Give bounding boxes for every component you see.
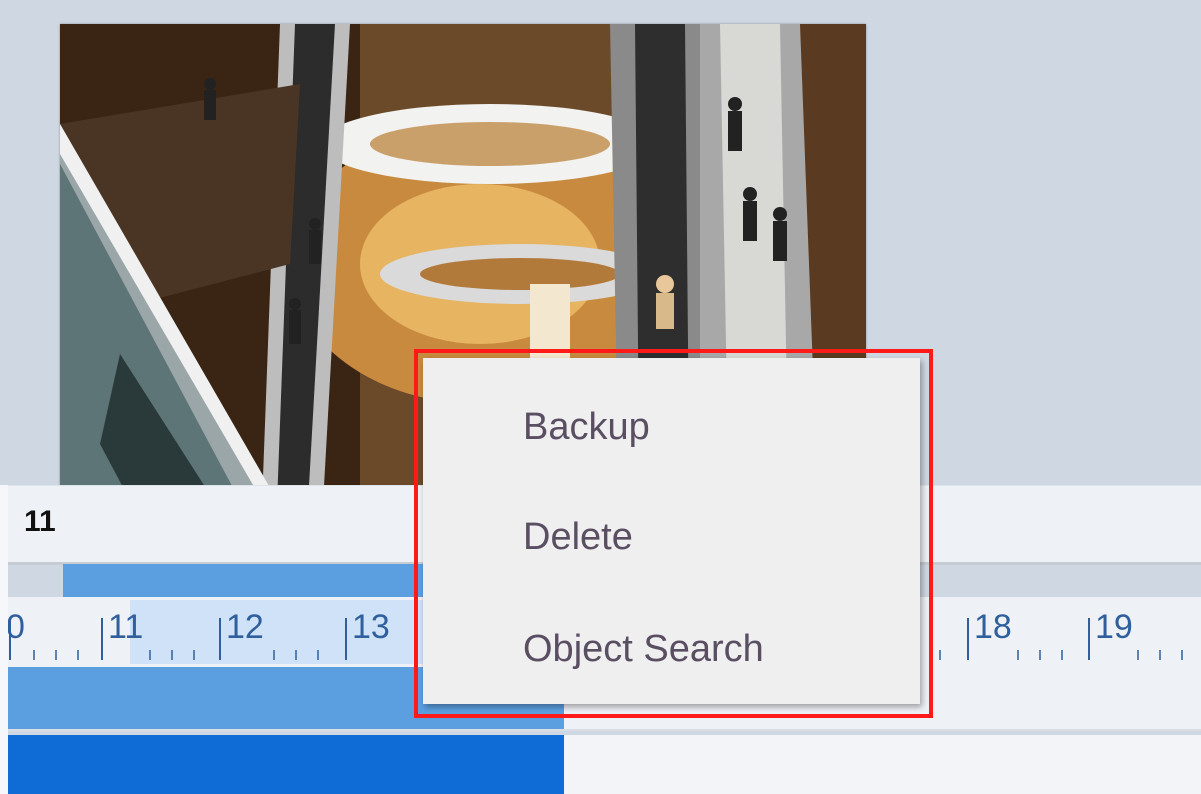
clip-bar[interactable] <box>63 564 483 599</box>
context-menu: Backup Delete Object Search <box>423 358 920 704</box>
menu-item-backup[interactable]: Backup <box>523 406 650 449</box>
ruler-label: 19 <box>1095 608 1133 646</box>
ruler-label: 0 <box>6 608 25 646</box>
ruler-label: 12 <box>226 608 264 646</box>
recording-segment[interactable] <box>8 735 564 794</box>
ruler-label: 11 <box>108 608 144 646</box>
ruler-label: 13 <box>352 608 390 646</box>
menu-item-delete[interactable]: Delete <box>523 516 633 559</box>
ruler-label: 18 <box>974 608 1012 646</box>
timeline-left-edge <box>0 485 8 794</box>
menu-item-object-search[interactable]: Object Search <box>523 628 764 671</box>
current-time-label: 11 <box>24 505 56 538</box>
